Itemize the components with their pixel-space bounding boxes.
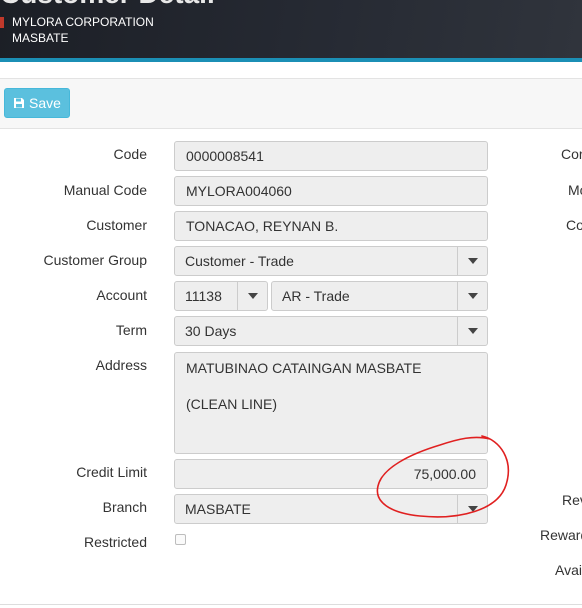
account-name-value: AR - Trade (282, 288, 350, 304)
term-select[interactable]: 30 Days (174, 316, 488, 346)
form-bottom-divider (0, 604, 582, 605)
address-textarea[interactable]: MATUBINAO CATAINGAN MASBATE (CLEAN LINE) (174, 352, 488, 454)
save-button-label: Save (29, 95, 61, 111)
code-field[interactable]: 0000008541 (174, 141, 488, 171)
branch-value: MASBATE (185, 501, 251, 517)
right-label-2: Mo (568, 182, 582, 198)
chevron-down-icon[interactable] (457, 282, 487, 310)
manual-code-field[interactable]: MYLORA004060 (174, 176, 488, 206)
right-label-3: Co (566, 217, 582, 233)
restricted-checkbox[interactable] (175, 534, 186, 545)
page-title: Customer Detail (0, 0, 215, 10)
customer-group-value: Customer - Trade (185, 253, 294, 269)
customer-group-select[interactable]: Customer - Trade (174, 246, 488, 276)
right-label-6: Avai (555, 562, 582, 578)
right-label-5: Reward (540, 527, 582, 543)
chevron-down-icon[interactable] (237, 282, 267, 310)
credit-limit-value: 75,000.00 (413, 466, 476, 482)
page-header: Customer Detail MYLORA CORPORATION MASBA… (0, 0, 582, 58)
customer-value: TONACAO, REYNAN B. (186, 218, 339, 234)
address-line-2: (CLEAN LINE) (186, 396, 278, 412)
company-branch: MASBATE (12, 31, 69, 45)
chevron-down-icon[interactable] (457, 495, 487, 523)
floppy-disk-icon (14, 98, 25, 108)
code-label: Code (113, 146, 147, 162)
account-code-value: 11138 (185, 288, 222, 304)
code-value: 0000008541 (186, 148, 264, 164)
customer-label: Customer (86, 217, 147, 233)
credit-limit-label: Credit Limit (76, 464, 147, 480)
company-name: MYLORA CORPORATION (12, 15, 154, 29)
term-label: Term (115, 322, 147, 338)
customer-group-label: Customer Group (43, 252, 147, 268)
chevron-down-icon[interactable] (457, 247, 487, 275)
restricted-label: Restricted (83, 534, 147, 550)
right-label-4: Rev (562, 492, 582, 508)
address-line-1: MATUBINAO CATAINGAN MASBATE (186, 360, 422, 376)
chevron-down-icon[interactable] (457, 317, 487, 345)
manual-code-value: MYLORA004060 (186, 183, 292, 199)
right-label-1: Cor (561, 146, 582, 162)
address-label: Address (95, 357, 147, 373)
account-code-select[interactable]: 11138 (174, 281, 268, 311)
company-logo-mark (0, 17, 4, 28)
toolbar: Save (0, 78, 582, 129)
term-value: 30 Days (185, 323, 237, 339)
header-accent-stripe (0, 58, 582, 62)
save-button[interactable]: Save (4, 88, 70, 118)
account-label: Account (96, 287, 147, 303)
branch-label: Branch (102, 499, 147, 515)
manual-code-label: Manual Code (63, 182, 147, 198)
customer-field[interactable]: TONACAO, REYNAN B. (174, 211, 488, 241)
credit-limit-field[interactable]: 75,000.00 (174, 459, 488, 489)
address-blank-line (186, 377, 476, 395)
branch-select[interactable]: MASBATE (174, 494, 488, 524)
account-name-select[interactable]: AR - Trade (271, 281, 488, 311)
